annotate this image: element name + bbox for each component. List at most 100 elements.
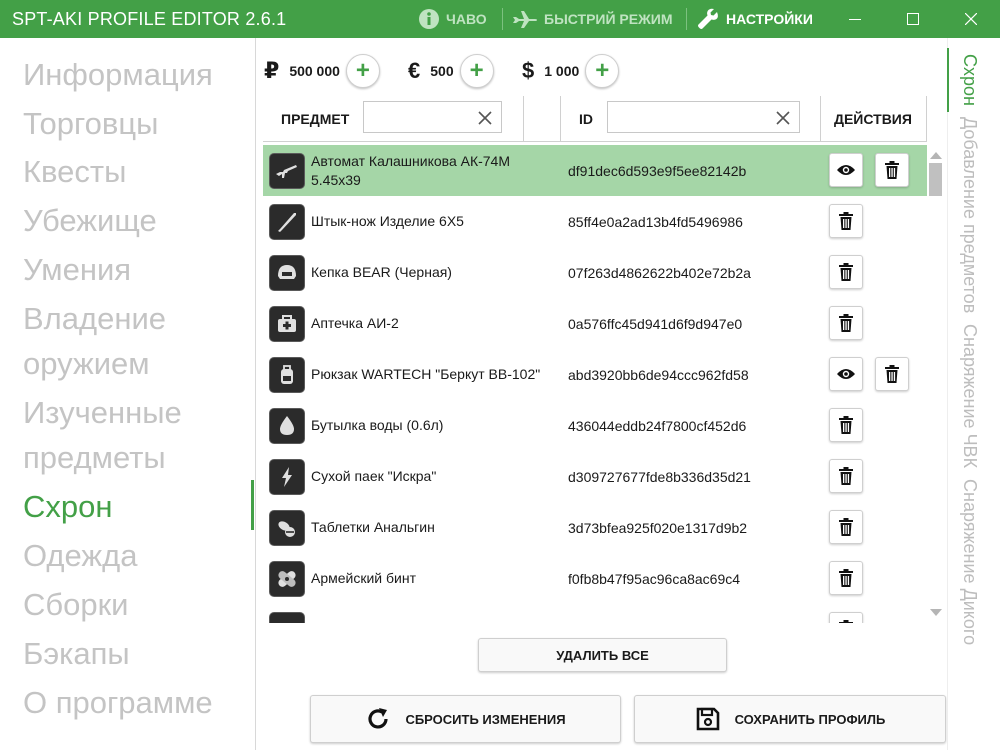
settings-label: НАСТРОЙКИ	[726, 11, 813, 27]
floppy-disk-icon	[696, 707, 719, 731]
sidebar-item-about[interactable]: О программе	[23, 680, 213, 725]
app-title: SPT-AKI PROFILE EDITOR 2.6.1	[12, 9, 287, 29]
sidebar-item-backups[interactable]: Бэкапы	[23, 631, 130, 676]
sidebar-item-hideout[interactable]: Убежище	[23, 198, 157, 243]
sidebar-item-examined-line2[interactable]: предметы	[23, 435, 166, 480]
table-row[interactable]: Рюкзак WARTECH "Беркут ВВ-102" abd3920bb…	[263, 349, 927, 400]
add-eur-button[interactable]: +	[459, 54, 494, 88]
column-header-item[interactable]: ПРЕДМЕТ	[281, 111, 349, 127]
tab-add-items[interactable]: Добавление предметов	[960, 117, 980, 313]
euro-amount: 500	[430, 63, 454, 79]
close-icon	[965, 13, 977, 25]
tab-stash[interactable]: Схрон	[960, 54, 980, 106]
item-name: Штык-нож Изделие 6Х5	[311, 213, 464, 229]
table-row[interactable]: Армейский бинт f0fb8b47f95ac96ca8ac69c4	[263, 553, 927, 604]
maximize-icon	[907, 13, 919, 25]
item-id: 3d73bfea925f020e1317d9b2	[568, 519, 748, 536]
table-row[interactable]: Таблетки Анальгин 3d73bfea925f020e1317d9…	[263, 502, 927, 553]
sidebar-item-builds[interactable]: Сборки	[23, 582, 129, 627]
currency-eur: € 500 +	[408, 54, 494, 88]
maximize-button[interactable]	[890, 0, 936, 38]
tab-scav-equipment[interactable]: Снаряжение Дикого	[960, 479, 980, 645]
table-row[interactable]: Автомат Калашникова АК-74М 5.45x39 df91d…	[263, 145, 927, 196]
backpack-icon	[269, 357, 305, 393]
wrench-icon	[698, 8, 718, 29]
sidebar-item-stash[interactable]: Схрон	[23, 484, 113, 529]
tab-pmc-equipment[interactable]: Снаряжение ЧВК	[960, 324, 980, 468]
delete-button[interactable]	[829, 612, 863, 623]
delete-button[interactable]	[829, 255, 863, 289]
scroll-up-arrow-icon[interactable]	[929, 150, 943, 160]
column-header-actions: ДЕЙСТВИЯ	[834, 111, 912, 127]
delete-button[interactable]	[829, 408, 863, 442]
item-name: Армейский бинт	[311, 570, 416, 586]
clear-id-filter-button[interactable]	[773, 108, 793, 128]
ruble-symbol: ₽	[264, 58, 280, 83]
app-window: SPT-AKI PROFILE EDITOR 2.6.1 ЧАВО БЫСТРИ…	[0, 0, 1000, 750]
bandage-icon	[269, 561, 305, 597]
item-filter[interactable]	[363, 101, 502, 133]
table-row[interactable]	[263, 604, 927, 623]
sidebar-item-clothing[interactable]: Одежда	[23, 533, 137, 578]
sidebar-item-examined[interactable]: Изученные	[23, 390, 182, 435]
sidebar-item-traders[interactable]: Торговцы	[23, 101, 158, 146]
save-profile-button[interactable]: СОХРАНИТЬ ПРОФИЛЬ	[634, 695, 946, 743]
eye-icon	[837, 165, 855, 175]
id-filter[interactable]	[607, 101, 800, 133]
sidebar-active-indicator	[251, 480, 254, 530]
table-row[interactable]: Штык-нож Изделие 6Х5 85ff4e0a2ad13b4fd54…	[263, 196, 927, 247]
delete-all-label: УДАЛИТЬ ВСЕ	[556, 647, 649, 663]
delete-button[interactable]	[875, 153, 909, 187]
trash-icon	[839, 467, 853, 485]
clear-item-filter-button[interactable]	[475, 108, 495, 128]
delete-button[interactable]	[829, 561, 863, 595]
sidebar-item-quests[interactable]: Квесты	[23, 149, 126, 194]
sidebar-item-info[interactable]: Информация	[23, 52, 213, 97]
vertical-tabs: Схрон Добавление предметов Снаряжение ЧВ…	[957, 54, 983, 651]
delete-button[interactable]	[829, 510, 863, 544]
delete-button[interactable]	[829, 459, 863, 493]
table-row[interactable]: Кепка BEAR (Черная) 07f263d4862622b402e7…	[263, 247, 927, 298]
redo-icon	[368, 708, 389, 729]
medkit-icon	[269, 306, 305, 342]
close-icon	[776, 111, 790, 125]
view-button[interactable]	[829, 357, 863, 391]
faq-button[interactable]: ЧАВО	[418, 8, 487, 30]
faq-label: ЧАВО	[446, 11, 487, 27]
title-bar[interactable]: SPT-AKI PROFILE EDITOR 2.6.1 ЧАВО БЫСТРИ…	[0, 0, 1000, 38]
close-button[interactable]	[948, 0, 994, 38]
scroll-down-arrow-icon[interactable]	[929, 608, 943, 618]
delete-all-button[interactable]: УДАЛИТЬ ВСЕ	[478, 638, 727, 672]
table-row[interactable]: Сухой паек "Искра" d309727677fde8b336d35…	[263, 451, 927, 502]
item-id: abd3920bb6de94ccc962fd58	[568, 366, 749, 383]
trash-icon	[885, 365, 899, 383]
delete-button[interactable]	[829, 204, 863, 238]
item-id: 85ff4e0a2ad13b4fd5496986	[568, 213, 743, 230]
delete-button[interactable]	[829, 306, 863, 340]
add-rub-button[interactable]: +	[345, 54, 380, 88]
plus-icon: +	[355, 57, 370, 84]
view-button[interactable]	[829, 153, 863, 187]
reset-changes-button[interactable]: СБРОСИТЬ ИЗМЕНЕНИЯ	[310, 695, 621, 743]
sidebar-item-mastering[interactable]: Владение	[23, 296, 166, 341]
sidebar-item-mastering-line2[interactable]: оружием	[23, 341, 150, 386]
rifle-icon	[269, 153, 305, 189]
column-header-id[interactable]: ID	[579, 111, 593, 127]
id-filter-input[interactable]	[608, 102, 799, 132]
water-drop-icon	[269, 408, 305, 444]
add-usd-button[interactable]: +	[585, 54, 620, 88]
minimize-button[interactable]	[832, 0, 878, 38]
close-icon	[478, 111, 492, 125]
settings-button[interactable]: НАСТРОЙКИ	[696, 8, 813, 30]
trash-icon	[839, 620, 853, 623]
pills-icon	[269, 510, 305, 546]
scrollbar-thumb[interactable]	[929, 163, 942, 196]
plus-icon: +	[469, 57, 484, 84]
table-row[interactable]: Аптечка АИ-2 0a576ffc45d941d6f9d947e0	[263, 298, 927, 349]
delete-button[interactable]	[875, 357, 909, 391]
sidebar-divider	[255, 38, 256, 750]
fast-mode-button[interactable]: БЫСТРИЙ РЕЖИМ	[512, 8, 673, 30]
item-name	[311, 604, 541, 623]
table-row[interactable]: Бутылка воды (0.6л) 436044eddb24f7800cf4…	[263, 400, 927, 451]
sidebar-item-skills[interactable]: Умения	[23, 247, 131, 292]
